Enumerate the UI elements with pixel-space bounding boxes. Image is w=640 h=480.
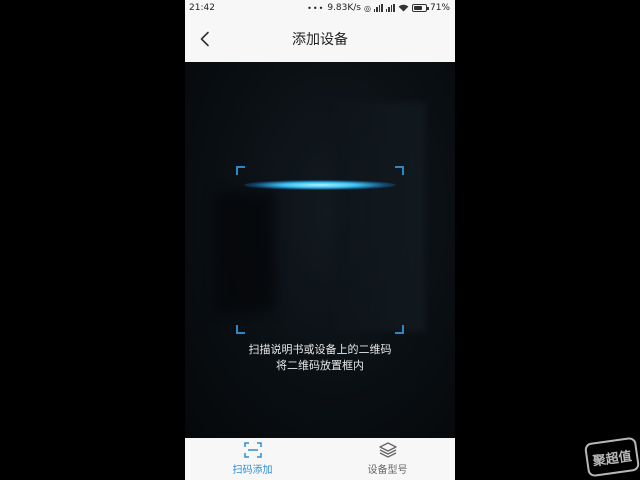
notification-dots-icon: ••• xyxy=(307,3,325,13)
scan-corner-top-right xyxy=(395,166,404,175)
layers-icon xyxy=(378,442,397,458)
phone-screen: 21:42 ••• 9.83K/s ◎ 71% 添加设备 扫描说明书或设备上的二… xyxy=(185,0,455,480)
chevron-left-icon xyxy=(200,31,209,47)
scan-hint-line-1: 扫描说明书或设备上的二维码 xyxy=(248,343,392,356)
page-title: 添加设备 xyxy=(292,32,348,48)
scan-hint-line-2: 将二维码放置框内 xyxy=(276,359,364,372)
scan-corner-bottom-left xyxy=(236,325,245,334)
wifi-icon xyxy=(398,4,409,12)
signal-icon-2 xyxy=(385,4,395,12)
scan-hint: 扫描说明书或设备上的二维码 将二维码放置框内 xyxy=(185,342,455,374)
signal-icon xyxy=(373,4,383,12)
scan-icon xyxy=(243,442,262,458)
scan-frame xyxy=(236,166,404,334)
back-button[interactable] xyxy=(191,25,219,53)
tab-scan-add-label: 扫码添加 xyxy=(232,465,273,476)
alarm-icon: ◎ xyxy=(364,3,371,13)
tab-scan-add[interactable]: 扫码添加 xyxy=(185,438,320,480)
battery-percent: 71% xyxy=(429,3,450,13)
watermark-text: 聚超值 xyxy=(591,448,633,470)
scan-corner-top-left xyxy=(236,166,245,175)
scan-line xyxy=(244,180,396,190)
tab-device-model-label: 设备型号 xyxy=(367,465,408,476)
network-speed: 9.83K/s xyxy=(327,3,361,13)
watermark-logo: 聚超值 xyxy=(583,436,640,478)
scan-corner-bottom-right xyxy=(395,325,404,334)
status-time: 21:42 xyxy=(189,3,215,13)
tab-device-model[interactable]: 设备型号 xyxy=(320,438,455,480)
bottom-tab-bar: 扫码添加 设备型号 xyxy=(185,438,455,480)
battery-icon xyxy=(411,4,429,12)
camera-preview: 扫描说明书或设备上的二维码 将二维码放置框内 xyxy=(185,62,455,438)
status-bar: 21:42 ••• 9.83K/s ◎ 71% xyxy=(185,0,455,16)
nav-bar: 添加设备 xyxy=(185,16,455,62)
